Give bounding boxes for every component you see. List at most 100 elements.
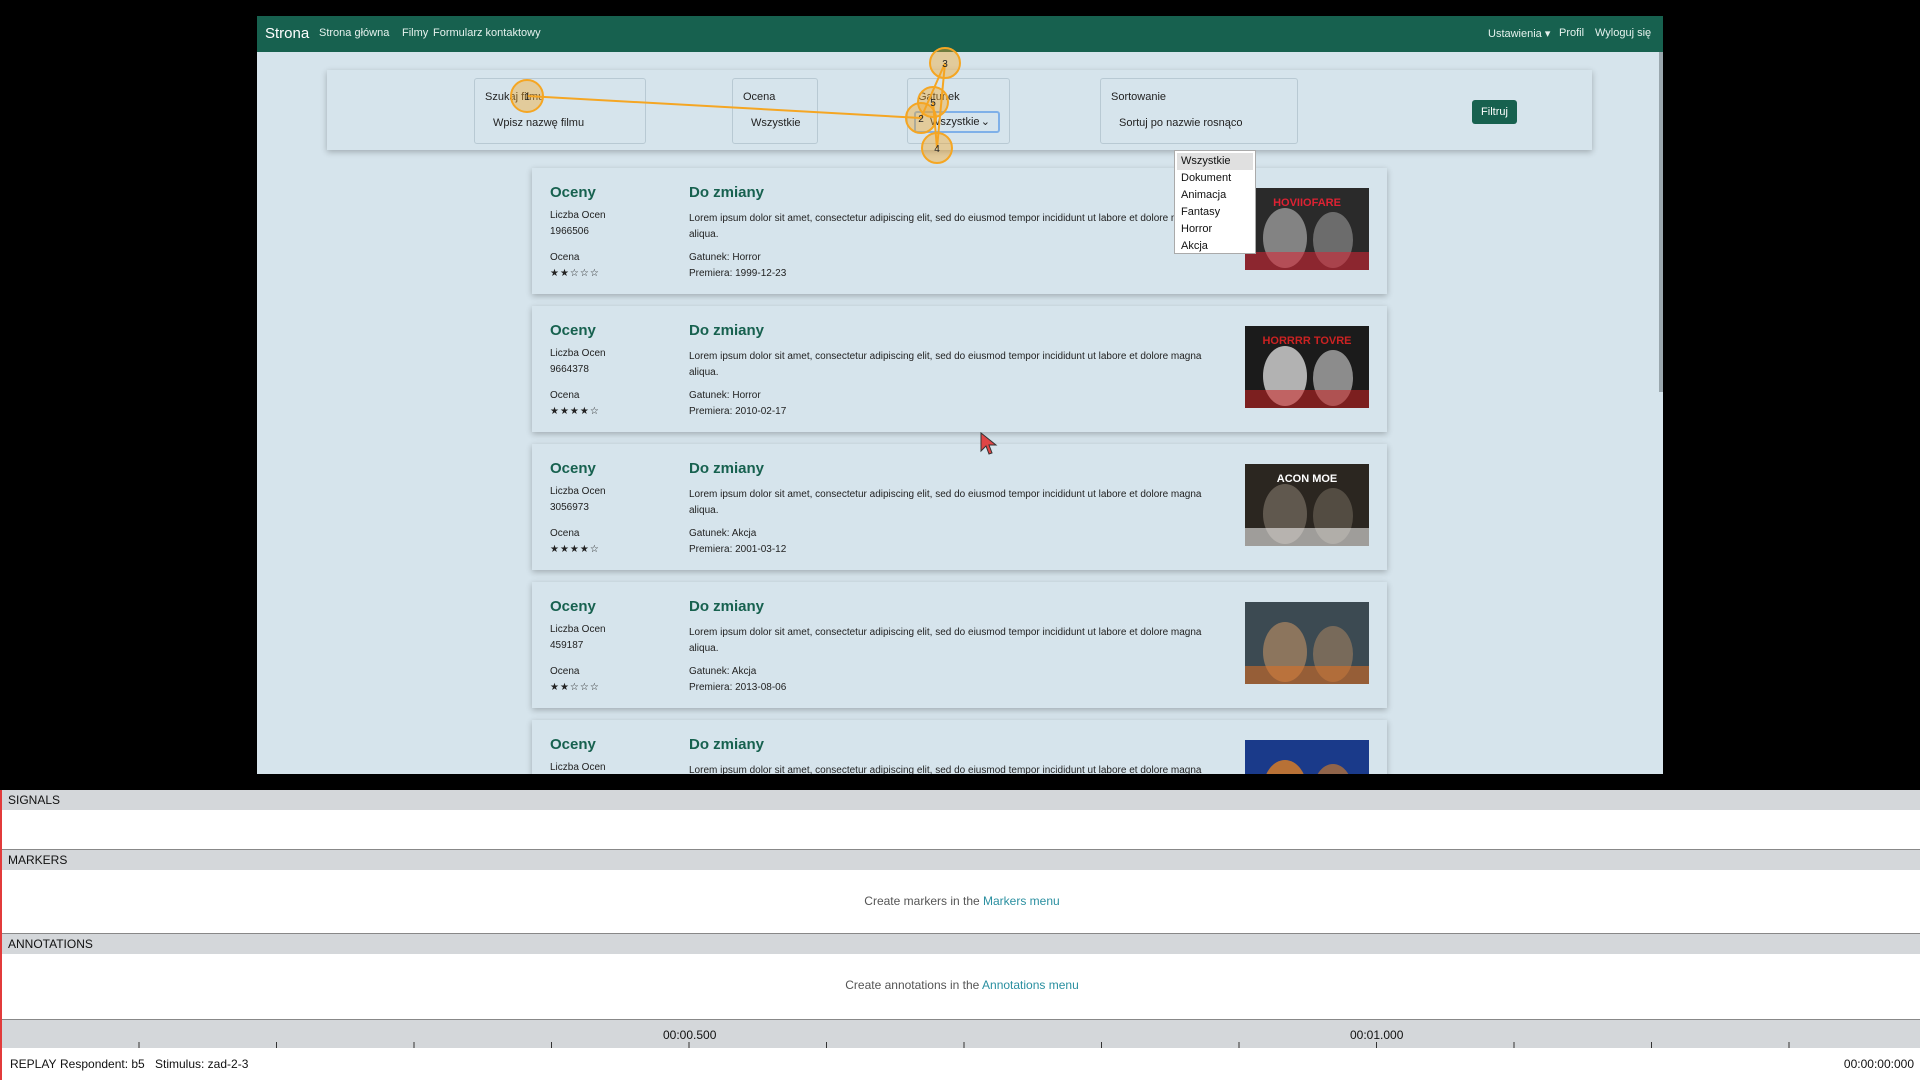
movie-genre: Gatunek: Horror xyxy=(689,390,761,401)
filter-bar: Szukaj filmu Wpisz nazwę filmu Ocena Wsz… xyxy=(327,70,1592,150)
star-rating: ★★☆☆☆ xyxy=(550,682,600,693)
genre-dropdown-list: Wszystkie Dokument Animacja Fantasy Horr… xyxy=(1174,150,1256,254)
nav-settings-dropdown[interactable]: Ustawienia ▾ xyxy=(1488,27,1550,40)
playback-time: 00:00:00:000 xyxy=(1843,1057,1914,1071)
status-bar: REPLAY Respondent: b5 Stimulus: zad-2-3 … xyxy=(2,1048,1920,1080)
movie-description: Lorem ipsum dolor sit amet, consectetur … xyxy=(689,489,1202,516)
annotations-header: ANNOTATIONS xyxy=(2,934,1920,954)
rating-label: Ocena xyxy=(743,91,776,103)
markers-header: MARKERS xyxy=(2,850,1920,870)
genre-option[interactable]: Wszystkie xyxy=(1177,153,1253,170)
replay-mode-label: REPLAY xyxy=(10,1057,57,1071)
page-scrollbar[interactable] xyxy=(1659,52,1663,392)
movie-title[interactable]: Do zmiany xyxy=(689,460,764,477)
nav-logout[interactable]: Wyloguj się xyxy=(1595,27,1651,39)
movie-title[interactable]: Do zmiany xyxy=(689,736,764,753)
ratings-count-label: Liczba Ocen xyxy=(550,348,606,359)
star-rating: ★★★★☆ xyxy=(550,406,600,417)
movie-poster[interactable] xyxy=(1245,740,1369,774)
annotations-menu-link[interactable]: Annotations menu xyxy=(982,978,1079,992)
movie-card: Oceny Liczba Ocen 1966506 Ocena ★★☆☆☆ Do zmia… xyxy=(532,168,1387,294)
rating-filter: Ocena Wszystkie xyxy=(732,78,818,144)
movie-card: Oceny Liczba Ocen 459187 Ocena ★★☆☆☆ Do zmian… xyxy=(532,582,1387,708)
star-rating: ★★★★☆ xyxy=(550,544,600,555)
nav-profile[interactable]: Profil xyxy=(1559,27,1584,39)
genre-label: Gatunek xyxy=(918,91,960,103)
markers-message: Create markers in the Markers menu xyxy=(2,894,1920,908)
ratings-heading: Oceny xyxy=(550,184,596,201)
movie-premiere: Premiera: 2010-02-17 xyxy=(689,406,787,417)
signals-panel xyxy=(2,810,1920,850)
genre-option[interactable]: Animacja xyxy=(1175,187,1255,204)
search-input[interactable]: Wpisz nazwę filmu xyxy=(493,117,584,129)
movie-genre: Gatunek: Horror xyxy=(689,252,761,263)
poster-title: ACON MOE xyxy=(1277,473,1338,485)
movie-premiere: Premiera: 1999-12-23 xyxy=(689,268,787,279)
analysis-panels: SIGNALS MARKERS Create markers in the Ma… xyxy=(0,790,1920,1080)
ratings-heading: Oceny xyxy=(550,460,596,477)
movie-poster[interactable]: ACON MOE xyxy=(1245,464,1369,546)
genre-option[interactable]: Fantasy xyxy=(1175,204,1255,221)
movie-card: Oceny Liczba Ocen 3056973 Ocena ★★★★☆ Do zmia… xyxy=(532,444,1387,570)
genre-filter: Gatunek Wszystkie ⌄ xyxy=(907,78,1010,144)
movie-genre: Gatunek: Akcja xyxy=(689,666,757,677)
movie-title[interactable]: Do zmiany xyxy=(689,184,764,201)
mouse-cursor-icon xyxy=(980,432,998,455)
timeline-ruler[interactable]: 00:00.500 00:01.000 xyxy=(2,1020,1920,1048)
genre-select-value: Wszystkie xyxy=(930,116,980,128)
ratings-count: 1966506 xyxy=(550,226,589,237)
movie-description: Lorem ipsum dolor sit amet, consectetur … xyxy=(689,351,1202,378)
respondent-label: Respondent: b5 xyxy=(60,1057,145,1071)
movie-poster[interactable]: HORRRR TOVRE xyxy=(1245,326,1369,408)
search-filter: Szukaj filmu Wpisz nazwę filmu xyxy=(474,78,646,144)
movie-list: Oceny Liczba Ocen 1966506 Ocena ★★☆☆☆ Do zmia… xyxy=(532,168,1387,774)
movie-premiere: Premiera: 2013-08-06 xyxy=(689,682,787,693)
movie-title[interactable]: Do zmiany xyxy=(689,598,764,615)
star-rating: ★★☆☆☆ xyxy=(550,268,600,279)
markers-menu-link[interactable]: Markers menu xyxy=(983,894,1060,908)
ratings-heading: Oceny xyxy=(550,736,596,753)
sort-select[interactable]: Sortuj po nazwie rosnąco xyxy=(1119,117,1243,129)
movie-card: Oceny Liczba Ocen Do zmiany Lorem ipsum dol… xyxy=(532,720,1387,774)
filter-button[interactable]: Filtruj xyxy=(1472,100,1517,124)
brand-link[interactable]: Strona xyxy=(265,25,309,42)
nav-home[interactable]: Strona główna xyxy=(319,27,389,39)
movie-poster[interactable]: HOVIIOFARE xyxy=(1245,188,1369,270)
ratings-count-label: Liczba Ocen xyxy=(550,486,606,497)
movie-card: Oceny Liczba Ocen 9664378 Ocena ★★★★☆ Do zmia… xyxy=(532,306,1387,432)
movie-poster[interactable] xyxy=(1245,602,1369,684)
ratings-count-label: Liczba Ocen xyxy=(550,762,606,773)
timeline-ticks xyxy=(138,1042,1790,1048)
stimulus-label: Stimulus: zad-2-3 xyxy=(155,1057,249,1071)
rating-select[interactable]: Wszystkie xyxy=(751,117,801,129)
replay-stage: Strona Strona główna Filmy Formularz kon… xyxy=(0,0,1920,790)
nav-contact[interactable]: Formularz kontaktowy xyxy=(433,27,541,39)
movie-description: Lorem ipsum dolor sit amet, consectetur … xyxy=(689,765,1202,774)
markers-message-text: Create markers in the xyxy=(864,894,984,908)
genre-option[interactable]: Akcja xyxy=(1175,238,1255,255)
ratings-count: 9664378 xyxy=(550,364,589,375)
sort-label: Sortowanie xyxy=(1111,91,1167,103)
search-label: Szukaj filmu xyxy=(485,91,545,103)
ratings-count-label: Liczba Ocen xyxy=(550,624,606,635)
ratings-heading: Oceny xyxy=(550,598,596,615)
ratings-count-label: Liczba Ocen xyxy=(550,210,606,221)
genre-option[interactable]: Dokument xyxy=(1175,170,1255,187)
annotations-message: Create annotations in the Annotations me… xyxy=(2,978,1920,992)
genre-option[interactable]: Horror xyxy=(1175,221,1255,238)
score-label: Ocena xyxy=(550,666,580,677)
ratings-count: 459187 xyxy=(550,640,584,651)
poster-title: HOVIIOFARE xyxy=(1273,197,1341,209)
movie-premiere: Premiera: 2001-03-12 xyxy=(689,544,787,555)
sort-filter: Sortowanie Sortuj po nazwie rosnąco xyxy=(1100,78,1298,144)
signals-header: SIGNALS xyxy=(2,790,1920,810)
movie-description: Lorem ipsum dolor sit amet, consectetur … xyxy=(689,213,1202,240)
movie-title[interactable]: Do zmiany xyxy=(689,322,764,339)
annotations-panel: Create annotations in the Annotations me… xyxy=(2,954,1920,1020)
genre-select[interactable]: Wszystkie ⌄ xyxy=(914,111,1000,133)
poster-title: HORRRR TOVRE xyxy=(1262,335,1351,347)
ratings-count: 3056973 xyxy=(550,502,589,513)
nav-films[interactable]: Filmy xyxy=(402,27,428,39)
score-label: Ocena xyxy=(550,252,580,263)
score-label: Ocena xyxy=(550,390,580,401)
